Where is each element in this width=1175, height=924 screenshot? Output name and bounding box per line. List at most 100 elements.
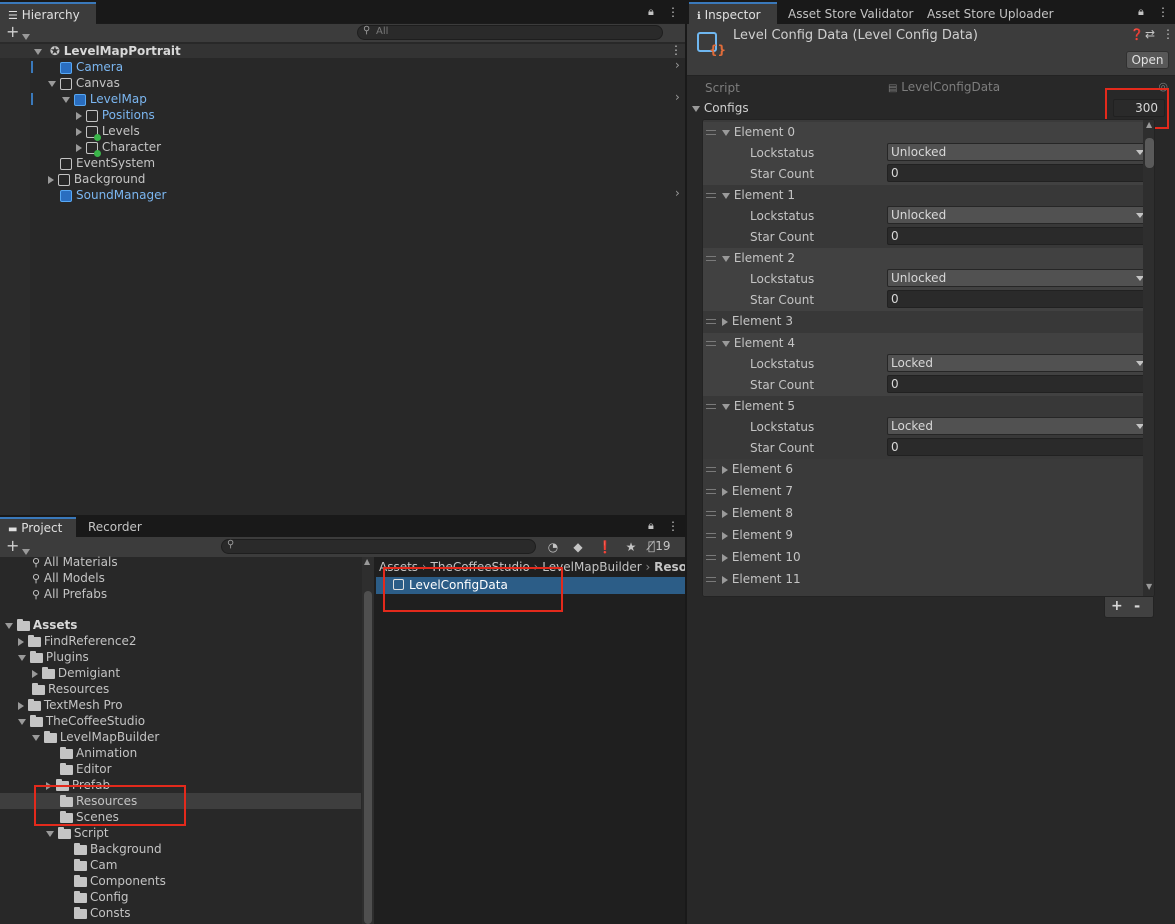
search-by-label-icon[interactable]: ◆ (569, 538, 587, 556)
star-count-field[interactable]: 0 (887, 438, 1150, 456)
lockstatus-dropdown[interactable]: Unlocked (887, 206, 1150, 224)
favorite-all-materials[interactable]: ⚲ All Materials (32, 554, 118, 570)
settings-menu-icon[interactable]: ⋮ (1162, 27, 1174, 41)
star-count-field[interactable]: 0 (887, 227, 1150, 245)
tree-assets[interactable]: Assets (5, 617, 77, 633)
hierarchy-item-background[interactable]: Background (48, 171, 145, 187)
tree-textmesh-pro[interactable]: TextMesh Pro (18, 697, 123, 713)
lockstatus-dropdown[interactable]: Locked (887, 417, 1150, 435)
tree-editor[interactable]: Editor (60, 761, 112, 777)
favorite-all-models[interactable]: ⚲ All Models (32, 570, 105, 586)
drag-handle-icon[interactable] (706, 555, 716, 560)
tree-resources[interactable]: Resources (32, 681, 109, 697)
tree-demigiant[interactable]: Demigiant (32, 665, 120, 681)
tab-recorder[interactable]: Recorder (80, 517, 150, 537)
tree-script[interactable]: Script (46, 825, 109, 841)
element-foldout[interactable]: Element 10 (722, 549, 801, 565)
hierarchy-item-camera[interactable]: Camera (60, 59, 123, 75)
lock-icon[interactable]: 🔒︎ (1138, 5, 1144, 19)
hierarchy-search-input[interactable]: ⚲ All (357, 25, 663, 40)
add-element-button[interactable]: + (1111, 598, 1123, 614)
element-foldout[interactable]: Element 0 (722, 124, 795, 140)
configs-foldout[interactable]: Configs (692, 100, 749, 116)
element-foldout[interactable]: Element 2 (722, 250, 795, 266)
drag-handle-icon[interactable] (706, 489, 716, 494)
hierarchy-item-positions[interactable]: Positions (76, 107, 155, 123)
scroll-up-icon[interactable]: ▲ (364, 557, 370, 566)
scroll-up-icon[interactable]: ▲ (1146, 120, 1152, 129)
hierarchy-item-character[interactable]: Character (76, 139, 161, 157)
hierarchy-item-canvas[interactable]: Canvas (48, 75, 120, 91)
project-search-input[interactable]: ⚲ (221, 539, 536, 554)
tree-cam[interactable]: Cam (74, 857, 117, 873)
tree-components[interactable]: Components (74, 873, 166, 889)
tab-inspector[interactable]: ℹ Inspector (689, 2, 777, 24)
tree-findreference2[interactable]: FindReference2 (18, 633, 136, 649)
tab-asset-store-validator[interactable]: Asset Store Validator (780, 3, 921, 25)
element-foldout[interactable]: Element 11 (722, 571, 801, 587)
tree-plugins[interactable]: Plugins (18, 649, 89, 665)
chevron-down-icon[interactable] (22, 544, 30, 558)
drag-handle-icon[interactable] (706, 511, 716, 516)
tree-animation[interactable]: Animation (60, 745, 137, 761)
add-icon[interactable]: + (6, 22, 19, 41)
more-menu-icon[interactable]: ⋮ (667, 519, 679, 533)
lockstatus-dropdown[interactable]: Unlocked (887, 269, 1150, 287)
star-count-field[interactable]: 0 (887, 164, 1150, 182)
tab-asset-store-uploader[interactable]: Asset Store Uploader (919, 3, 1062, 25)
element-foldout[interactable]: Element 3 (722, 313, 793, 329)
tree-background[interactable]: Background (74, 841, 162, 857)
tree-config[interactable]: Config (74, 889, 129, 905)
more-menu-icon[interactable]: ⋮ (667, 5, 679, 19)
scroll-down-icon[interactable]: ▼ (1146, 582, 1152, 591)
drag-handle-icon[interactable] (706, 404, 716, 409)
open-button[interactable]: Open (1126, 51, 1169, 69)
drag-handle-icon[interactable] (706, 577, 716, 582)
chevron-right-icon[interactable]: › (675, 90, 680, 104)
lockstatus-dropdown[interactable]: Locked (887, 354, 1150, 372)
star-count-field[interactable]: 0 (887, 290, 1150, 308)
hierarchy-item-levels[interactable]: Levels (76, 123, 140, 141)
chevron-down-icon[interactable] (22, 29, 30, 43)
scrollbar-thumb[interactable] (1145, 138, 1154, 168)
element-foldout[interactable]: Element 8 (722, 505, 793, 521)
search-by-type-icon[interactable]: ◔ (544, 538, 562, 556)
element-foldout[interactable]: Element 1 (722, 187, 795, 203)
hierarchy-item-levelmap[interactable]: LevelMap (62, 91, 147, 107)
scene-menu-icon[interactable]: ⋮ (670, 43, 682, 57)
drag-handle-icon[interactable] (706, 130, 716, 135)
help-icon[interactable]: ❓ (1130, 28, 1144, 41)
element-foldout[interactable]: Element 4 (722, 335, 795, 351)
add-icon[interactable]: + (6, 536, 19, 555)
chevron-right-icon[interactable]: › (675, 58, 680, 72)
drag-handle-icon[interactable] (706, 193, 716, 198)
tab-project[interactable]: ▬ Project (0, 517, 76, 537)
star-count-field[interactable]: 0 (887, 375, 1150, 393)
drag-handle-icon[interactable] (706, 256, 716, 261)
log-filter-icon[interactable]: ❗ (596, 538, 614, 556)
drag-handle-icon[interactable] (706, 467, 716, 472)
tab-hierarchy[interactable]: ☰ Hierarchy (0, 2, 96, 24)
drag-handle-icon[interactable] (706, 319, 716, 324)
element-foldout[interactable]: Element 9 (722, 527, 793, 543)
lock-icon[interactable]: 🔒︎ (648, 5, 654, 19)
lockstatus-dropdown[interactable]: Unlocked (887, 143, 1150, 161)
drag-handle-icon[interactable] (706, 341, 716, 346)
tree-thecoffeestudio[interactable]: TheCoffeeStudio (18, 713, 145, 729)
hierarchy-item-eventsystem[interactable]: EventSystem (60, 155, 155, 171)
scrollbar-thumb[interactable] (364, 591, 372, 924)
element-foldout[interactable]: Element 7 (722, 483, 793, 499)
more-menu-icon[interactable]: ⋮ (1157, 5, 1169, 19)
scene-row[interactable]: ✪ LevelMapPortrait (34, 43, 181, 59)
hierarchy-item-soundmanager[interactable]: SoundManager (60, 187, 166, 203)
element-foldout[interactable]: Element 6 (722, 461, 793, 477)
favorite-star-icon[interactable]: ★ (622, 538, 640, 556)
hidden-packages-count[interactable]: 👁̸19 (648, 539, 670, 553)
tree-consts[interactable]: Consts (74, 905, 131, 921)
chevron-right-icon[interactable]: › (675, 186, 680, 200)
remove-element-button[interactable]: - (1134, 597, 1140, 615)
breadcrumb-resources[interactable]: Reso (654, 560, 685, 574)
tree-levelmapbuilder[interactable]: LevelMapBuilder (32, 729, 159, 745)
drag-handle-icon[interactable] (706, 533, 716, 538)
element-foldout[interactable]: Element 5 (722, 398, 795, 414)
